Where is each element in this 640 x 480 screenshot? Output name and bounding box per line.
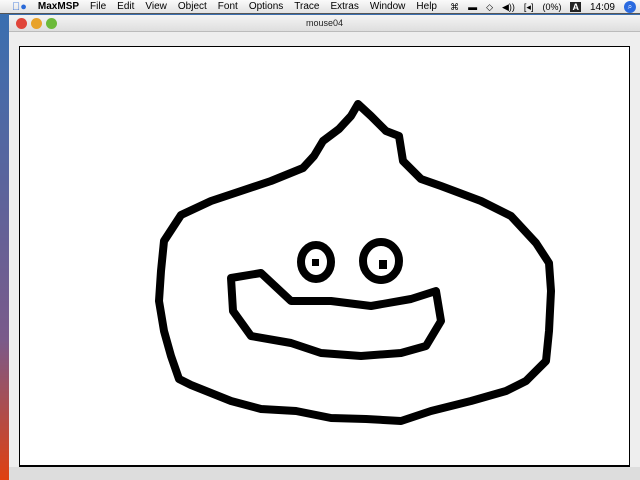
menu-view[interactable]: View bbox=[145, 1, 167, 12]
patcher-window: mouse04 bbox=[9, 15, 640, 480]
menu-bar: ● MaxMSP File Edit View Object Font Opt… bbox=[0, 0, 640, 14]
wifi-icon[interactable]: ◇ bbox=[486, 2, 493, 13]
battery-icon[interactable]: [◂] bbox=[524, 2, 534, 13]
clock[interactable]: 14:09 bbox=[590, 2, 615, 13]
window-footer bbox=[9, 467, 640, 480]
input-menu[interactable]: A bbox=[570, 2, 581, 12]
menu-extras[interactable]: Extras bbox=[330, 1, 358, 12]
menu-trace[interactable]: Trace bbox=[294, 1, 319, 12]
window-title: mouse04 bbox=[305, 18, 344, 28]
menu-edit[interactable]: Edit bbox=[117, 1, 134, 12]
volume-icon[interactable]: ◀)) bbox=[502, 2, 515, 13]
left-pupil bbox=[312, 259, 319, 266]
menu-object[interactable]: Object bbox=[178, 1, 207, 12]
menu-window[interactable]: Window bbox=[370, 1, 406, 12]
title-bar[interactable]: mouse04 bbox=[9, 15, 640, 32]
menu-file[interactable]: File bbox=[90, 1, 106, 12]
menu-help[interactable]: Help bbox=[416, 1, 437, 12]
apple-menu-icon[interactable]: ● bbox=[12, 1, 27, 13]
body-outline bbox=[155, 100, 555, 425]
display-icon[interactable]: ▬ bbox=[468, 2, 477, 12]
battery-percent: (0%) bbox=[542, 2, 562, 12]
menu-options[interactable]: Options bbox=[249, 1, 283, 12]
mouth bbox=[227, 269, 445, 360]
spotlight-icon[interactable]: ⌕ bbox=[624, 1, 636, 13]
slime-drawing bbox=[155, 100, 555, 425]
script-menu-icon[interactable]: ⌘ bbox=[450, 2, 459, 13]
drawing-canvas[interactable] bbox=[19, 46, 630, 467]
right-pupil bbox=[379, 260, 387, 269]
menu-font[interactable]: Font bbox=[218, 1, 238, 12]
desktop bbox=[0, 15, 9, 480]
menu-app[interactable]: MaxMSP bbox=[38, 1, 79, 12]
